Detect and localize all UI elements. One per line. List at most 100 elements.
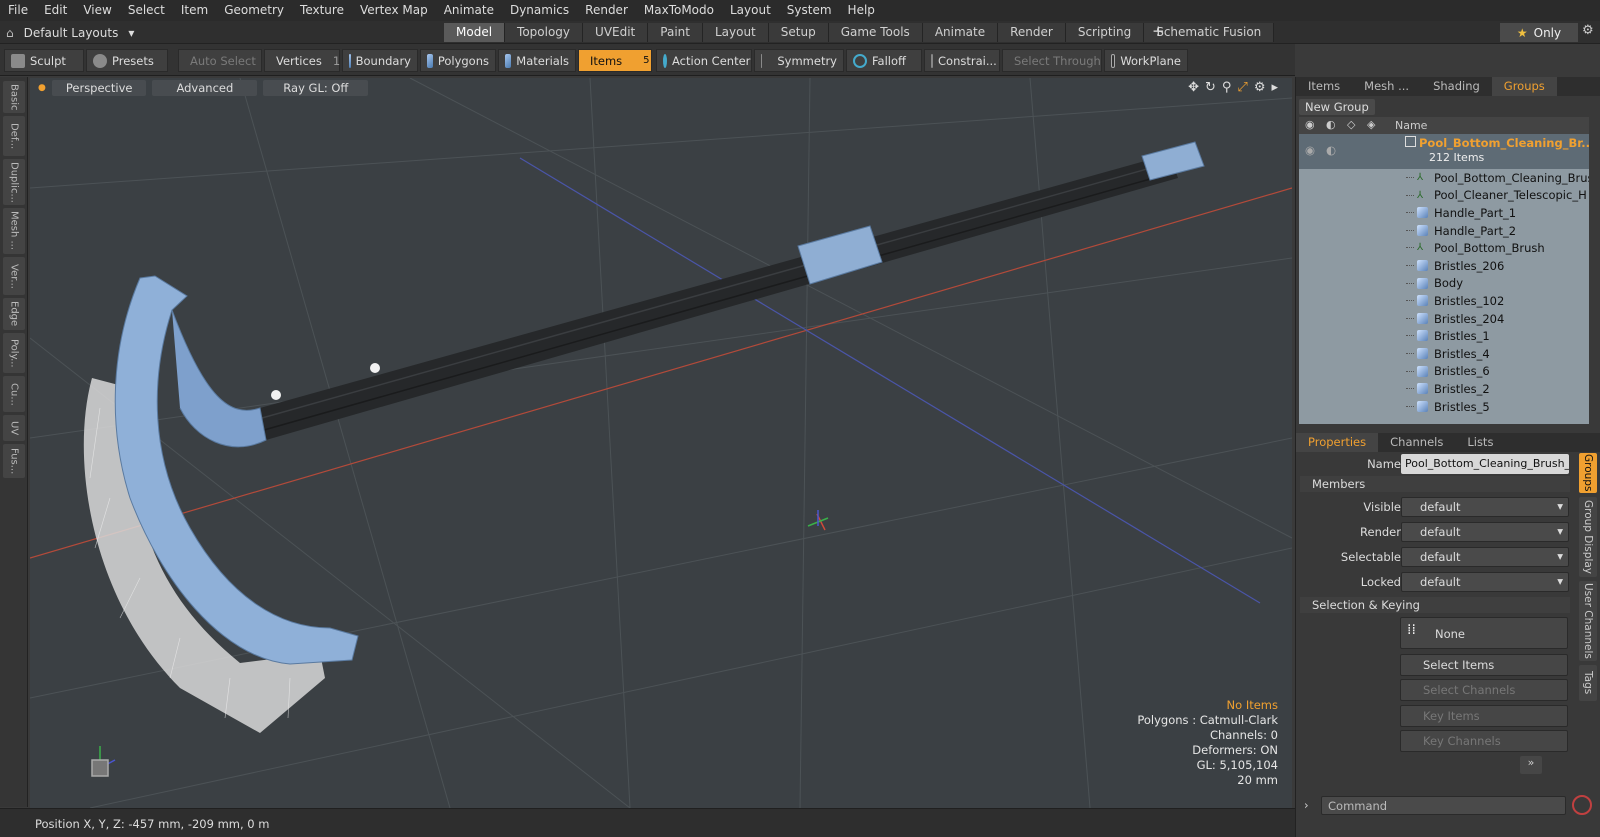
add-tab-icon[interactable]: + [1152, 22, 1165, 40]
menu-item[interactable]: Select [120, 0, 173, 21]
fit-icon[interactable]: ⤢ [1237, 80, 1247, 95]
sculpt-button[interactable]: Sculpt [4, 49, 84, 72]
menu-item[interactable]: Help [840, 0, 883, 21]
render-dropdown[interactable]: default [1401, 522, 1569, 542]
list-item[interactable]: ⅄ Pool_Cleaner_Telescopic_H ... [1299, 187, 1589, 205]
boundary-button[interactable]: Boundary [342, 49, 418, 72]
menu-item[interactable]: Dynamics [502, 0, 577, 21]
mode-tab[interactable]: UVEdit [583, 23, 649, 42]
zoom-icon[interactable]: ⚲ [1222, 80, 1232, 95]
list-item[interactable]: Handle_Part_2 [1299, 222, 1589, 240]
side-tab[interactable]: Tags [1579, 665, 1597, 701]
select-channels-button[interactable]: Select Channels [1400, 679, 1568, 701]
mode-tab[interactable]: Paint [648, 23, 703, 42]
shading-mode-button[interactable]: Advanced [152, 80, 258, 96]
mode-tab[interactable]: Model [444, 23, 506, 42]
left-tab[interactable]: Basic [3, 81, 25, 113]
name-column-header[interactable]: Name [1395, 119, 1427, 132]
props-tab[interactable]: Channels [1378, 433, 1455, 452]
vertices-button[interactable]: Vertices 1 [264, 49, 340, 72]
viewport-menu-icon[interactable]: ▸ [1271, 80, 1278, 95]
selectable-dropdown[interactable]: default [1401, 547, 1569, 567]
menu-item[interactable]: File [0, 0, 36, 21]
materials-button[interactable]: Materials [498, 49, 576, 72]
command-input[interactable]: Command [1321, 796, 1566, 815]
view-mode-button[interactable]: Perspective [51, 80, 147, 96]
polygons-button[interactable]: Polygons [420, 49, 496, 72]
render-toggle-icon[interactable]: ◐ [1326, 143, 1336, 157]
workplane-button[interactable]: WorkPlane [1104, 49, 1188, 72]
raygl-button[interactable]: Ray GL: Off [263, 80, 369, 96]
left-tab[interactable]: Fus... [3, 444, 25, 478]
side-tab[interactable]: Group Display [1579, 497, 1597, 577]
panel-tab[interactable]: Shading [1421, 77, 1492, 96]
panel-tab[interactable]: Mesh ... [1352, 77, 1421, 96]
list-item[interactable]: Bristles_206 [1299, 257, 1589, 275]
eye-icon[interactable]: ◉ [1305, 118, 1315, 131]
side-tab[interactable]: Groups [1579, 453, 1597, 493]
home-icon[interactable]: ⌂ [6, 26, 14, 40]
select-icon[interactable]: ◈ [1367, 118, 1375, 131]
menu-item[interactable]: MaxToModo [636, 0, 722, 21]
locked-dropdown[interactable]: default [1401, 572, 1569, 592]
symmetry-button[interactable]: Symmetry [754, 49, 844, 72]
left-tab[interactable]: Duplic... [3, 159, 25, 205]
3d-viewport[interactable]: ● Perspective Advanced Ray GL: Off ✥ ↻ ⚲… [30, 78, 1292, 808]
select-items-button[interactable]: Select Items [1400, 654, 1568, 676]
list-item[interactable]: Bristles_6 [1299, 363, 1589, 381]
menu-item[interactable]: Vertex Map [352, 0, 436, 21]
new-group-button[interactable]: New Group [1299, 99, 1375, 115]
list-item[interactable]: Bristles_204 [1299, 310, 1589, 328]
menu-item[interactable]: Texture [292, 0, 352, 21]
menu-item[interactable]: Animate [436, 0, 502, 21]
left-tab[interactable]: Cu... [3, 376, 25, 412]
layout-selector[interactable]: ⌂ Default Layouts ▾ [6, 24, 134, 41]
constraints-button[interactable]: Constrai... [924, 49, 1000, 72]
mode-tab[interactable]: Animate [922, 23, 999, 42]
menu-item[interactable]: Item [173, 0, 216, 21]
lock-icon[interactable]: ◇ [1347, 118, 1355, 131]
panel-tab[interactable]: Items [1296, 77, 1352, 96]
list-item[interactable]: Body [1299, 275, 1589, 293]
list-item[interactable]: Bristles_102 [1299, 292, 1589, 310]
auto-select-button[interactable]: Auto Select [178, 49, 262, 72]
falloff-button[interactable]: Falloff [846, 49, 922, 72]
list-item[interactable]: Handle_Part_1 [1299, 204, 1589, 222]
selection-keying-section[interactable]: Selection & Keying [1300, 597, 1570, 613]
list-item[interactable]: Bristles_2 [1299, 380, 1589, 398]
list-item[interactable]: Bristles_1 [1299, 327, 1589, 345]
render-icon[interactable]: ◐ [1326, 118, 1336, 131]
list-item[interactable]: Bristles_4 [1299, 345, 1589, 363]
side-tab[interactable]: User Channels [1579, 581, 1597, 661]
mode-tab[interactable]: Render [998, 23, 1066, 42]
menu-item[interactable]: Layout [722, 0, 779, 21]
presets-button[interactable]: Presets [86, 49, 168, 72]
gear-icon[interactable]: ⚙ [1582, 23, 1594, 38]
pan-icon[interactable]: ✥ [1188, 80, 1199, 95]
key-channels-button[interactable]: Key Channels [1400, 730, 1568, 752]
mode-tab[interactable]: Game Tools [828, 23, 923, 42]
only-toggle[interactable]: ★ Only [1500, 23, 1578, 42]
visible-dropdown[interactable]: default [1401, 497, 1569, 517]
mode-tab[interactable]: Scripting [1065, 23, 1145, 42]
left-tab[interactable]: Mesh ... [3, 208, 25, 254]
viewport-settings-icon[interactable]: ⚙ [1254, 80, 1266, 95]
record-icon[interactable] [1572, 795, 1592, 815]
props-tab[interactable]: Properties [1296, 433, 1379, 452]
group-row[interactable]: ◉ ◐ Pool_Bottom_Cleaning_Br... 212 Items [1299, 134, 1589, 169]
left-tab[interactable]: Poly... [3, 333, 25, 373]
mode-tab[interactable]: Topology [505, 23, 584, 42]
list-item[interactable]: ⅄ Pool_Bottom_Brush [1299, 239, 1589, 257]
members-section[interactable]: Members [1300, 476, 1570, 492]
expand-button[interactable]: » [1520, 756, 1542, 774]
eye-toggle-icon[interactable]: ◉ [1305, 143, 1315, 157]
rotate-icon[interactable]: ↻ [1205, 80, 1216, 95]
none-button[interactable]: ⁞⁞ None [1400, 617, 1568, 649]
list-item[interactable]: Bristles_5 [1299, 398, 1589, 416]
items-button[interactable]: Items 5 [578, 49, 652, 72]
menu-item[interactable]: System [779, 0, 840, 21]
panel-tab[interactable]: Groups [1491, 77, 1557, 96]
action-center-button[interactable]: Action Center [656, 49, 752, 72]
list-item[interactable]: ⅄ Pool_Bottom_Cleaning_Brus... [1299, 169, 1589, 187]
mode-tab[interactable]: Setup [768, 23, 829, 42]
